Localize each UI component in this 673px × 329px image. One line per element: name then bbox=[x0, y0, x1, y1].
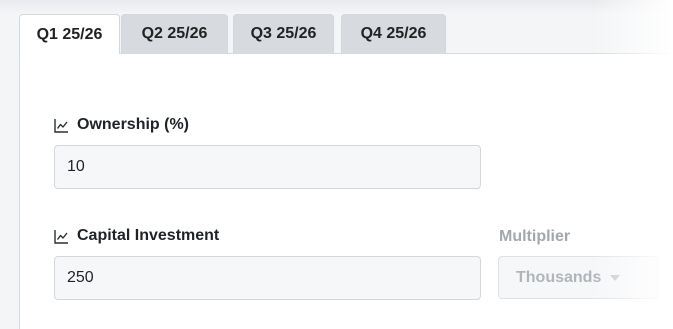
multiplier-select[interactable]: Thousands bbox=[498, 256, 658, 299]
multiplier-selected-value: Thousands bbox=[516, 268, 602, 286]
tab-q2[interactable]: Q2 25/26 bbox=[121, 14, 228, 53]
top-shadow bbox=[0, 0, 673, 14]
tab-q4[interactable]: Q4 25/26 bbox=[341, 14, 446, 53]
tab-q1[interactable]: Q1 25/26 bbox=[19, 14, 120, 54]
ownership-label: Ownership (%) bbox=[54, 116, 189, 134]
chart-line-icon bbox=[54, 118, 68, 133]
capital-investment-label: Capital Investment bbox=[54, 227, 219, 245]
ownership-input[interactable]: 10 bbox=[54, 145, 481, 189]
capital-investment-label-text: Capital Investment bbox=[77, 227, 220, 244]
chart-line-icon bbox=[54, 229, 68, 244]
tab-q3[interactable]: Q3 25/26 bbox=[233, 14, 334, 53]
ownership-label-text: Ownership (%) bbox=[77, 116, 190, 133]
caret-down-icon bbox=[610, 274, 621, 281]
capital-investment-input[interactable]: 250 bbox=[54, 256, 481, 300]
multiplier-label: Multiplier bbox=[499, 228, 571, 245]
